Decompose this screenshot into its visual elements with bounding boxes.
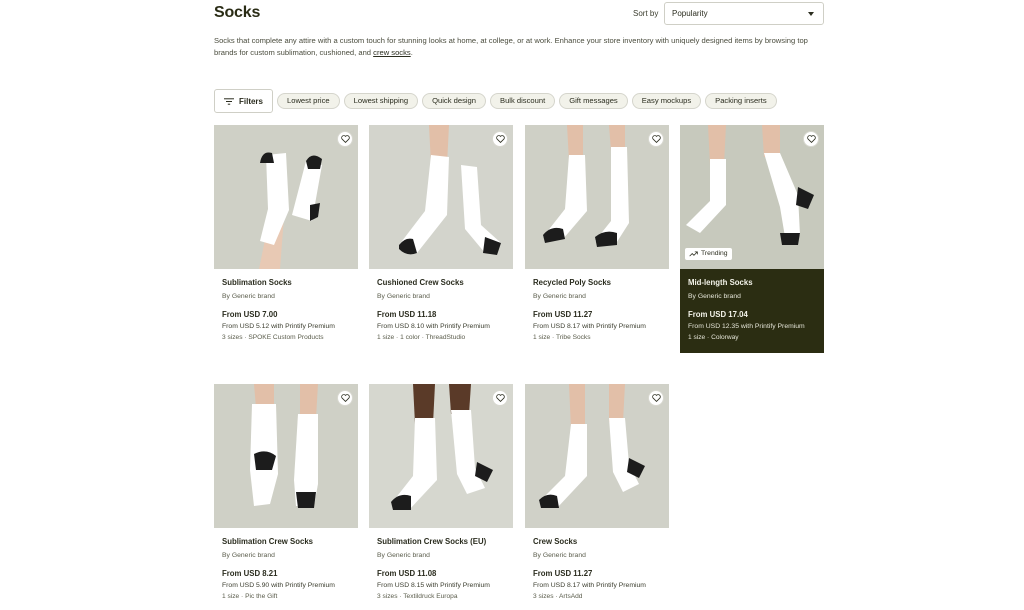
product-card[interactable]: Trending Mid-length Socks By Generic bra… [680,125,824,353]
product-image: Trending [680,125,824,269]
sort-select-value: Popularity [672,9,708,18]
product-card[interactable]: Crew Socks By Generic brand From USD 11.… [525,384,669,610]
product-price: From USD 11.27 [533,310,593,319]
product-card[interactable]: Cushioned Crew Socks By Generic brand Fr… [369,125,513,353]
heart-icon [495,394,505,402]
product-meta: 1 size · Colorway [688,334,739,341]
chip-lowest-shipping[interactable]: Lowest shipping [343,93,419,109]
heart-icon [340,135,350,143]
product-price: From USD 8.21 [222,569,278,578]
product-info: Recycled Poly Socks By Generic brand Fro… [525,269,669,353]
product-image [525,125,669,269]
product-image [214,384,358,528]
favorite-button[interactable] [492,390,508,406]
premium-price: From USD 8.15 with Printify Premium [377,582,490,589]
description-end: . [410,48,413,57]
product-image [525,384,669,528]
product-brand: By Generic brand [533,293,586,300]
heart-icon [340,394,350,402]
premium-price: From USD 8.17 with Printify Premium [533,323,646,330]
premium-price: From USD 5.90 with Printify Premium [222,582,335,589]
description-text: Socks that complete any attire with a cu… [214,36,808,57]
chip-easy-mockups[interactable]: Easy mockups [631,93,702,109]
product-meta: 3 sizes · SPOKE Custom Products [222,334,324,341]
favorite-button[interactable] [803,131,819,147]
product-name[interactable]: Sublimation Crew Socks [222,537,350,547]
product-meta: 3 sizes · Textildruck Europa [377,593,458,600]
heart-icon [651,394,661,402]
product-brand: By Generic brand [688,293,741,300]
chip-packing-inserts[interactable]: Packing inserts [705,93,777,109]
product-info: Mid-length Socks By Generic brand From U… [680,269,824,353]
favorite-button[interactable] [648,131,664,147]
product-card[interactable]: Recycled Poly Socks By Generic brand Fro… [525,125,669,353]
product-info: Crew Socks By Generic brand From USD 11.… [525,528,669,610]
product-brand: By Generic brand [222,552,275,559]
product-price: From USD 11.18 [377,310,437,319]
product-name[interactable]: Sublimation Socks [222,278,350,288]
product-image [369,125,513,269]
product-name[interactable]: Sublimation Crew Socks (EU) [377,537,505,547]
product-meta: 1 size · 1 color · ThreadStudio [377,334,466,341]
product-name[interactable]: Mid-length Socks [688,278,816,288]
heart-icon [651,135,661,143]
product-image [214,125,358,269]
chevron-down-icon [808,12,814,16]
product-price: From USD 11.08 [377,569,437,578]
product-name[interactable]: Cushioned Crew Socks [377,278,505,288]
product-info: Sublimation Crew Socks (EU) By Generic b… [369,528,513,610]
heart-icon [806,135,816,143]
trending-badge: Trending [685,248,732,260]
product-card[interactable]: Sublimation Socks By Generic brand From … [214,125,358,353]
chip-quick-design[interactable]: Quick design [422,93,487,109]
sort-label: Sort by [633,9,659,18]
favorite-button[interactable] [648,390,664,406]
premium-price: From USD 8.10 with Printify Premium [377,323,490,330]
product-brand: By Generic brand [533,552,586,559]
filters-button[interactable]: Filters [214,89,273,113]
product-brand: By Generic brand [377,293,430,300]
premium-price: From USD 12.35 with Printify Premium [688,323,805,330]
chip-bulk-discount[interactable]: Bulk discount [490,93,556,109]
heart-icon [495,135,505,143]
product-name[interactable]: Crew Socks [533,537,661,547]
product-brand: By Generic brand [222,293,275,300]
product-price: From USD 7.00 [222,310,278,319]
premium-price: From USD 8.17 with Printify Premium [533,582,646,589]
chip-lowest-price[interactable]: Lowest price [277,93,340,109]
product-brand: By Generic brand [377,552,430,559]
premium-price: From USD 5.12 with Printify Premium [222,323,335,330]
product-name[interactable]: Recycled Poly Socks [533,278,661,288]
product-price: From USD 17.04 [688,310,748,319]
chip-gift-messages[interactable]: Gift messages [559,93,628,109]
product-card[interactable]: Sublimation Crew Socks By Generic brand … [214,384,358,610]
product-info: Cushioned Crew Socks By Generic brand Fr… [369,269,513,353]
sort-select[interactable]: Popularity [664,2,824,25]
trending-badge-label: Trending [701,250,728,257]
favorite-button[interactable] [337,390,353,406]
product-meta: 1 size · Pic the Gift [222,593,278,600]
product-meta: 1 size · Tribe Socks [533,334,591,341]
filters-button-label: Filters [238,96,263,106]
product-image [369,384,513,528]
trending-up-icon [689,251,698,257]
product-info: Sublimation Crew Socks By Generic brand … [214,528,358,610]
category-description: Socks that complete any attire with a cu… [214,35,826,59]
favorite-button[interactable] [492,131,508,147]
filter-bar: Filters Lowest price Lowest shipping Qui… [214,89,777,113]
product-price: From USD 11.27 [533,569,593,578]
crew-socks-link[interactable]: crew socks [373,48,411,57]
product-card[interactable]: Sublimation Crew Socks (EU) By Generic b… [369,384,513,610]
favorite-button[interactable] [337,131,353,147]
page-title: Socks [214,4,261,21]
product-info: Sublimation Socks By Generic brand From … [214,269,358,353]
filter-icon [223,97,234,105]
product-meta: 3 sizes · ArtsAdd [533,593,583,600]
